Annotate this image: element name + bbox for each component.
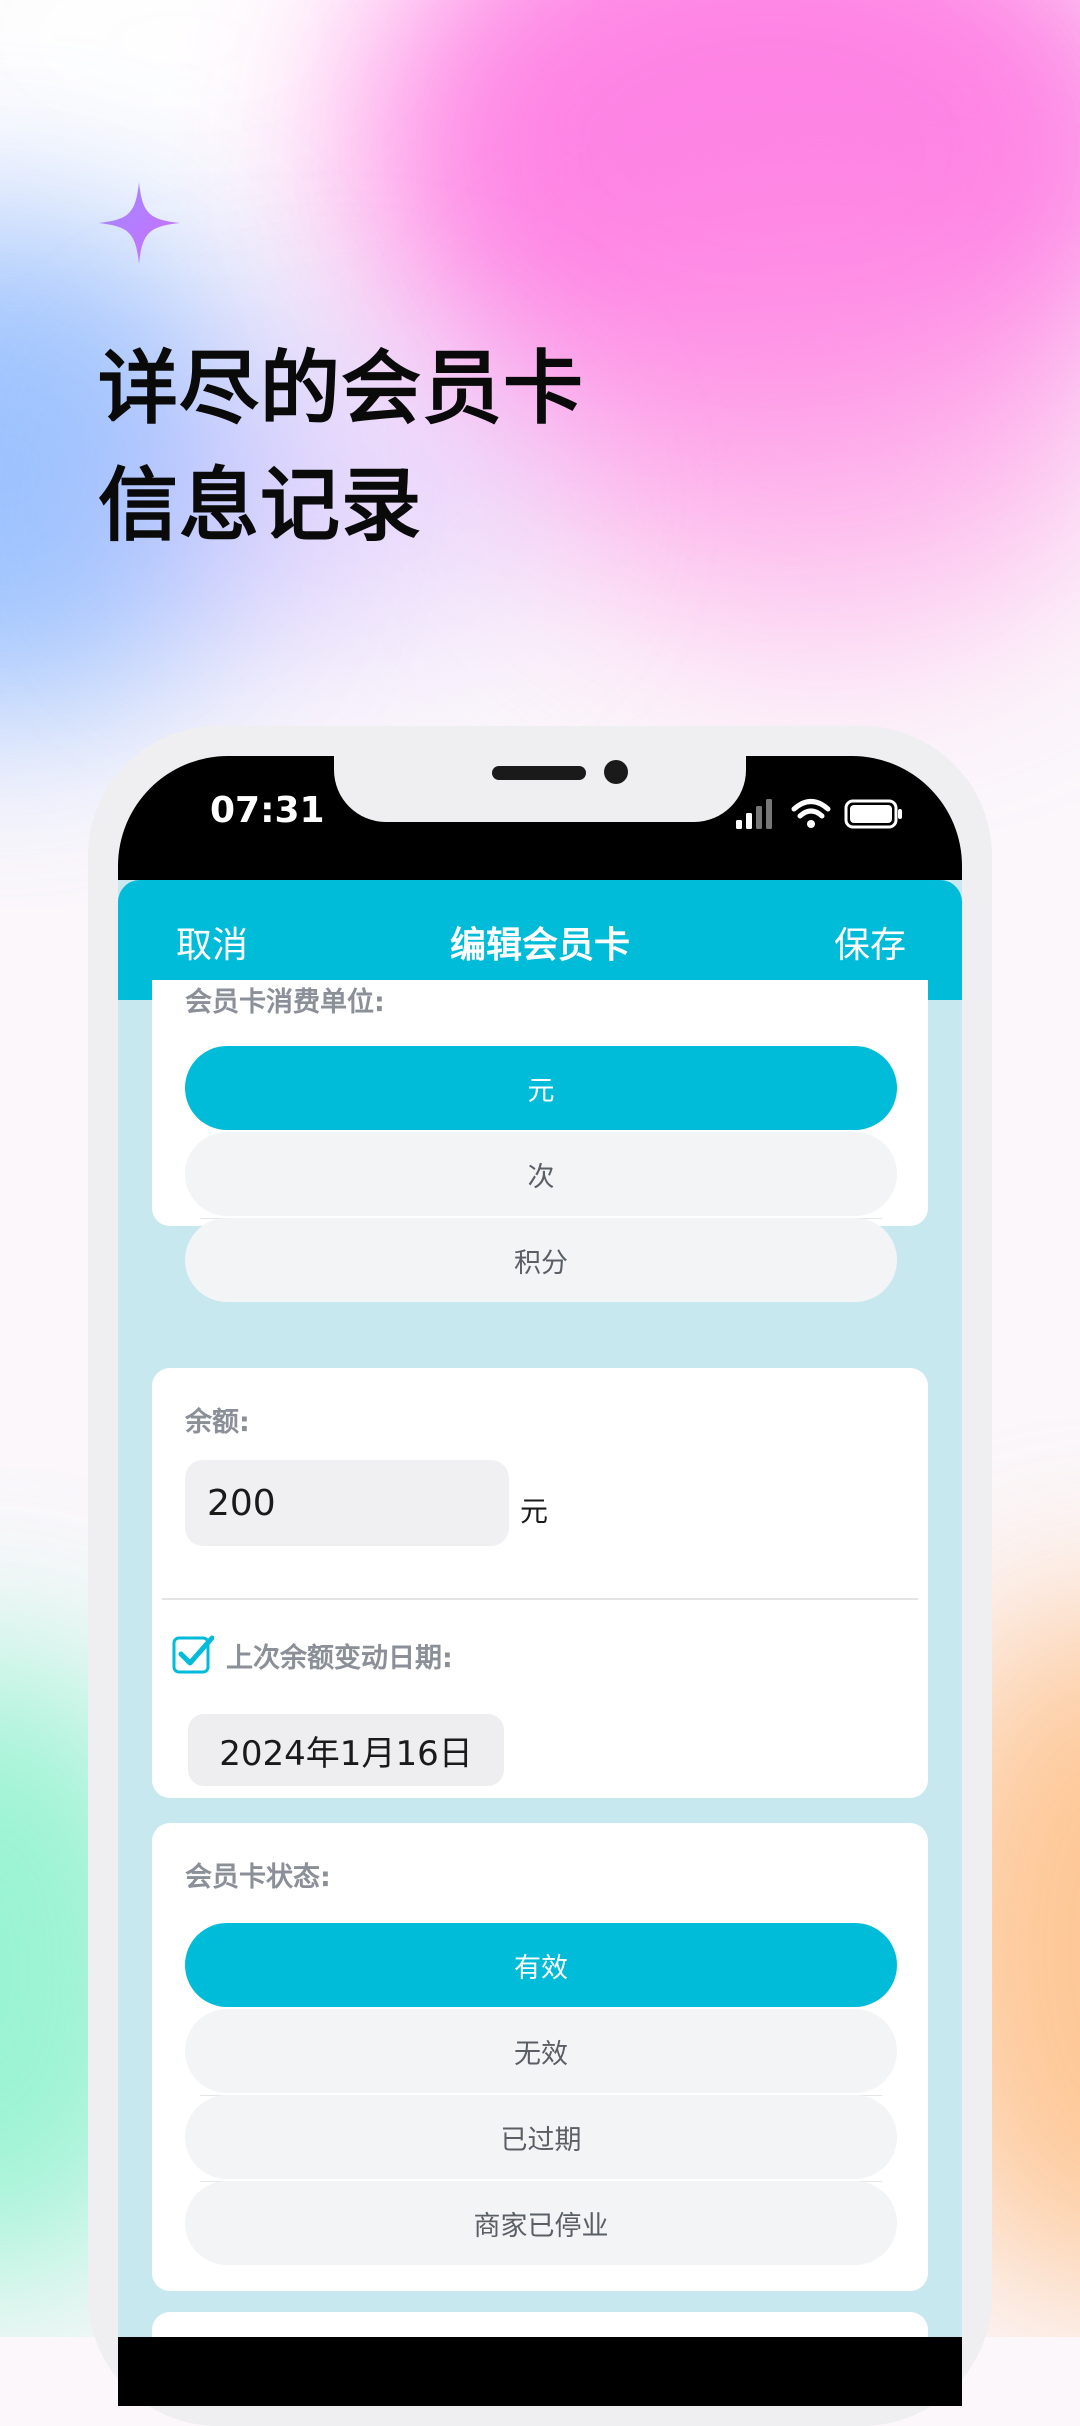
balance-input[interactable]: 200 xyxy=(185,1460,509,1546)
headline-line-2: 信息记录 xyxy=(98,459,422,552)
nav-title: 编辑会员卡 xyxy=(449,925,630,966)
sparkle-icon xyxy=(98,182,180,264)
status-icons xyxy=(736,799,902,829)
balance-card: 余额: 200 元 上次余额变动日期: 2024年1月16日 xyxy=(152,1368,928,1798)
battery-icon xyxy=(844,799,902,829)
phone-notch xyxy=(334,740,746,822)
next-card xyxy=(152,2312,928,2337)
save-button[interactable]: 保存 xyxy=(834,916,906,968)
headline-line-1: 详尽的会员卡 xyxy=(98,342,584,435)
front-camera xyxy=(604,760,628,784)
last-change-label: 上次余额变动日期: xyxy=(226,1643,453,1674)
balance-unit: 元 xyxy=(520,1495,549,1528)
status-option-expired[interactable]: 已过期 xyxy=(185,2095,897,2179)
last-change-date-picker[interactable]: 2024年1月16日 xyxy=(188,1714,504,1786)
cancel-button[interactable]: 取消 xyxy=(176,916,248,968)
status-card: 会员卡状态: 有效 无效 已过期 商家已停业 xyxy=(152,1823,928,2291)
status-option-closed[interactable]: 商家已停业 xyxy=(185,2181,897,2265)
speaker-grill xyxy=(492,766,586,780)
app-screen: 编辑会员卡 取消 保存 会员卡消费单位: 元 次 积分 余额: 200 元 上次… xyxy=(118,880,962,2337)
unit-card: 会员卡消费单位: 元 次 积分 xyxy=(152,980,928,1302)
status-option-invalid[interactable]: 无效 xyxy=(185,2009,897,2093)
section-separator xyxy=(162,1598,918,1600)
last-change-checkbox[interactable] xyxy=(172,1632,214,1674)
unit-label: 会员卡消费单位: xyxy=(185,987,385,1018)
status-label: 会员卡状态: xyxy=(185,1862,331,1893)
unit-option-yuan[interactable]: 元 xyxy=(185,1046,897,1130)
status-time: 07:31 xyxy=(210,790,325,831)
headline: 详尽的会员卡 信息记录 xyxy=(98,330,584,564)
unit-option-points[interactable]: 积分 xyxy=(185,1218,897,1302)
status-option-valid[interactable]: 有效 xyxy=(185,1923,897,2007)
balance-label: 余额: xyxy=(185,1407,250,1438)
signal-icon xyxy=(736,799,772,829)
unit-option-times[interactable]: 次 xyxy=(185,1132,897,1216)
wifi-icon xyxy=(791,799,831,828)
